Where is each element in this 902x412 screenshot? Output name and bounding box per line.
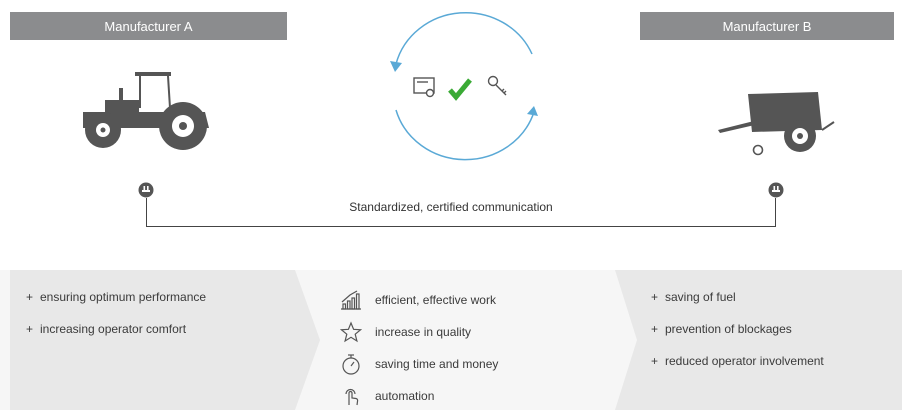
shared-benefit-label: automation bbox=[375, 389, 435, 403]
cycle-arrowhead-right bbox=[527, 106, 538, 116]
benefit-label: saving of fuel bbox=[665, 290, 736, 304]
benefit-label: increasing operator comfort bbox=[40, 322, 187, 336]
manufacturer-b-benefits: + saving of fuel + prevention of blockages… bbox=[651, 290, 824, 386]
manufacturer-a-title: Manufacturer A bbox=[104, 18, 193, 34]
bar-chart-icon bbox=[341, 290, 361, 310]
list-item: increase in quality bbox=[340, 316, 498, 348]
benefit-label: prevention of blockages bbox=[665, 322, 792, 336]
manufacturer-a-benefits: + ensuring optimum performance + increasin… bbox=[26, 290, 206, 354]
manufacturer-a-header: Manufacturer A bbox=[10, 12, 287, 40]
manufacturer-b-header: Manufacturer B bbox=[640, 12, 894, 40]
shared-benefit-label: efficient, effective work bbox=[375, 293, 496, 307]
shared-benefits: efficient, effective work increase in qu… bbox=[340, 284, 498, 412]
benefit-label: reduced operator involvement bbox=[665, 354, 824, 368]
touch-hand-icon bbox=[345, 388, 359, 406]
checkmark-icon bbox=[448, 78, 472, 101]
list-item: + prevention of blockages bbox=[651, 322, 792, 336]
list-item: + ensuring optimum performance bbox=[26, 290, 207, 304]
list-item: efficient, effective work bbox=[340, 284, 498, 316]
shared-benefit-label: increase in quality bbox=[375, 325, 472, 339]
benefit-label: ensuring optimum performance bbox=[40, 290, 207, 304]
plug-icon-b bbox=[768, 182, 784, 198]
plug-icon-a bbox=[138, 182, 154, 198]
shared-benefit-label: saving time and money bbox=[375, 357, 499, 371]
list-item: + increasing operator comfort bbox=[26, 322, 187, 336]
tractor-icon bbox=[83, 72, 209, 150]
cycle-arrowhead-left bbox=[390, 61, 402, 72]
list-item: + reduced operator involvement bbox=[651, 354, 824, 368]
manufacturer-b-title: Manufacturer B bbox=[722, 18, 812, 34]
list-item: saving time and money bbox=[340, 348, 498, 380]
list-item: automation bbox=[340, 380, 498, 412]
cycle-arrow-bottom bbox=[395, 109, 535, 161]
certification-cycle bbox=[390, 11, 538, 161]
certificate-icon bbox=[413, 77, 435, 98]
stopwatch-icon bbox=[342, 354, 360, 375]
baler-icon bbox=[718, 92, 835, 156]
communication-label: Standardized, certified communication bbox=[349, 200, 553, 214]
key-icon bbox=[487, 75, 507, 96]
list-item: + saving of fuel bbox=[651, 290, 736, 304]
star-icon bbox=[340, 321, 362, 343]
cycle-arrow-top bbox=[395, 11, 533, 65]
